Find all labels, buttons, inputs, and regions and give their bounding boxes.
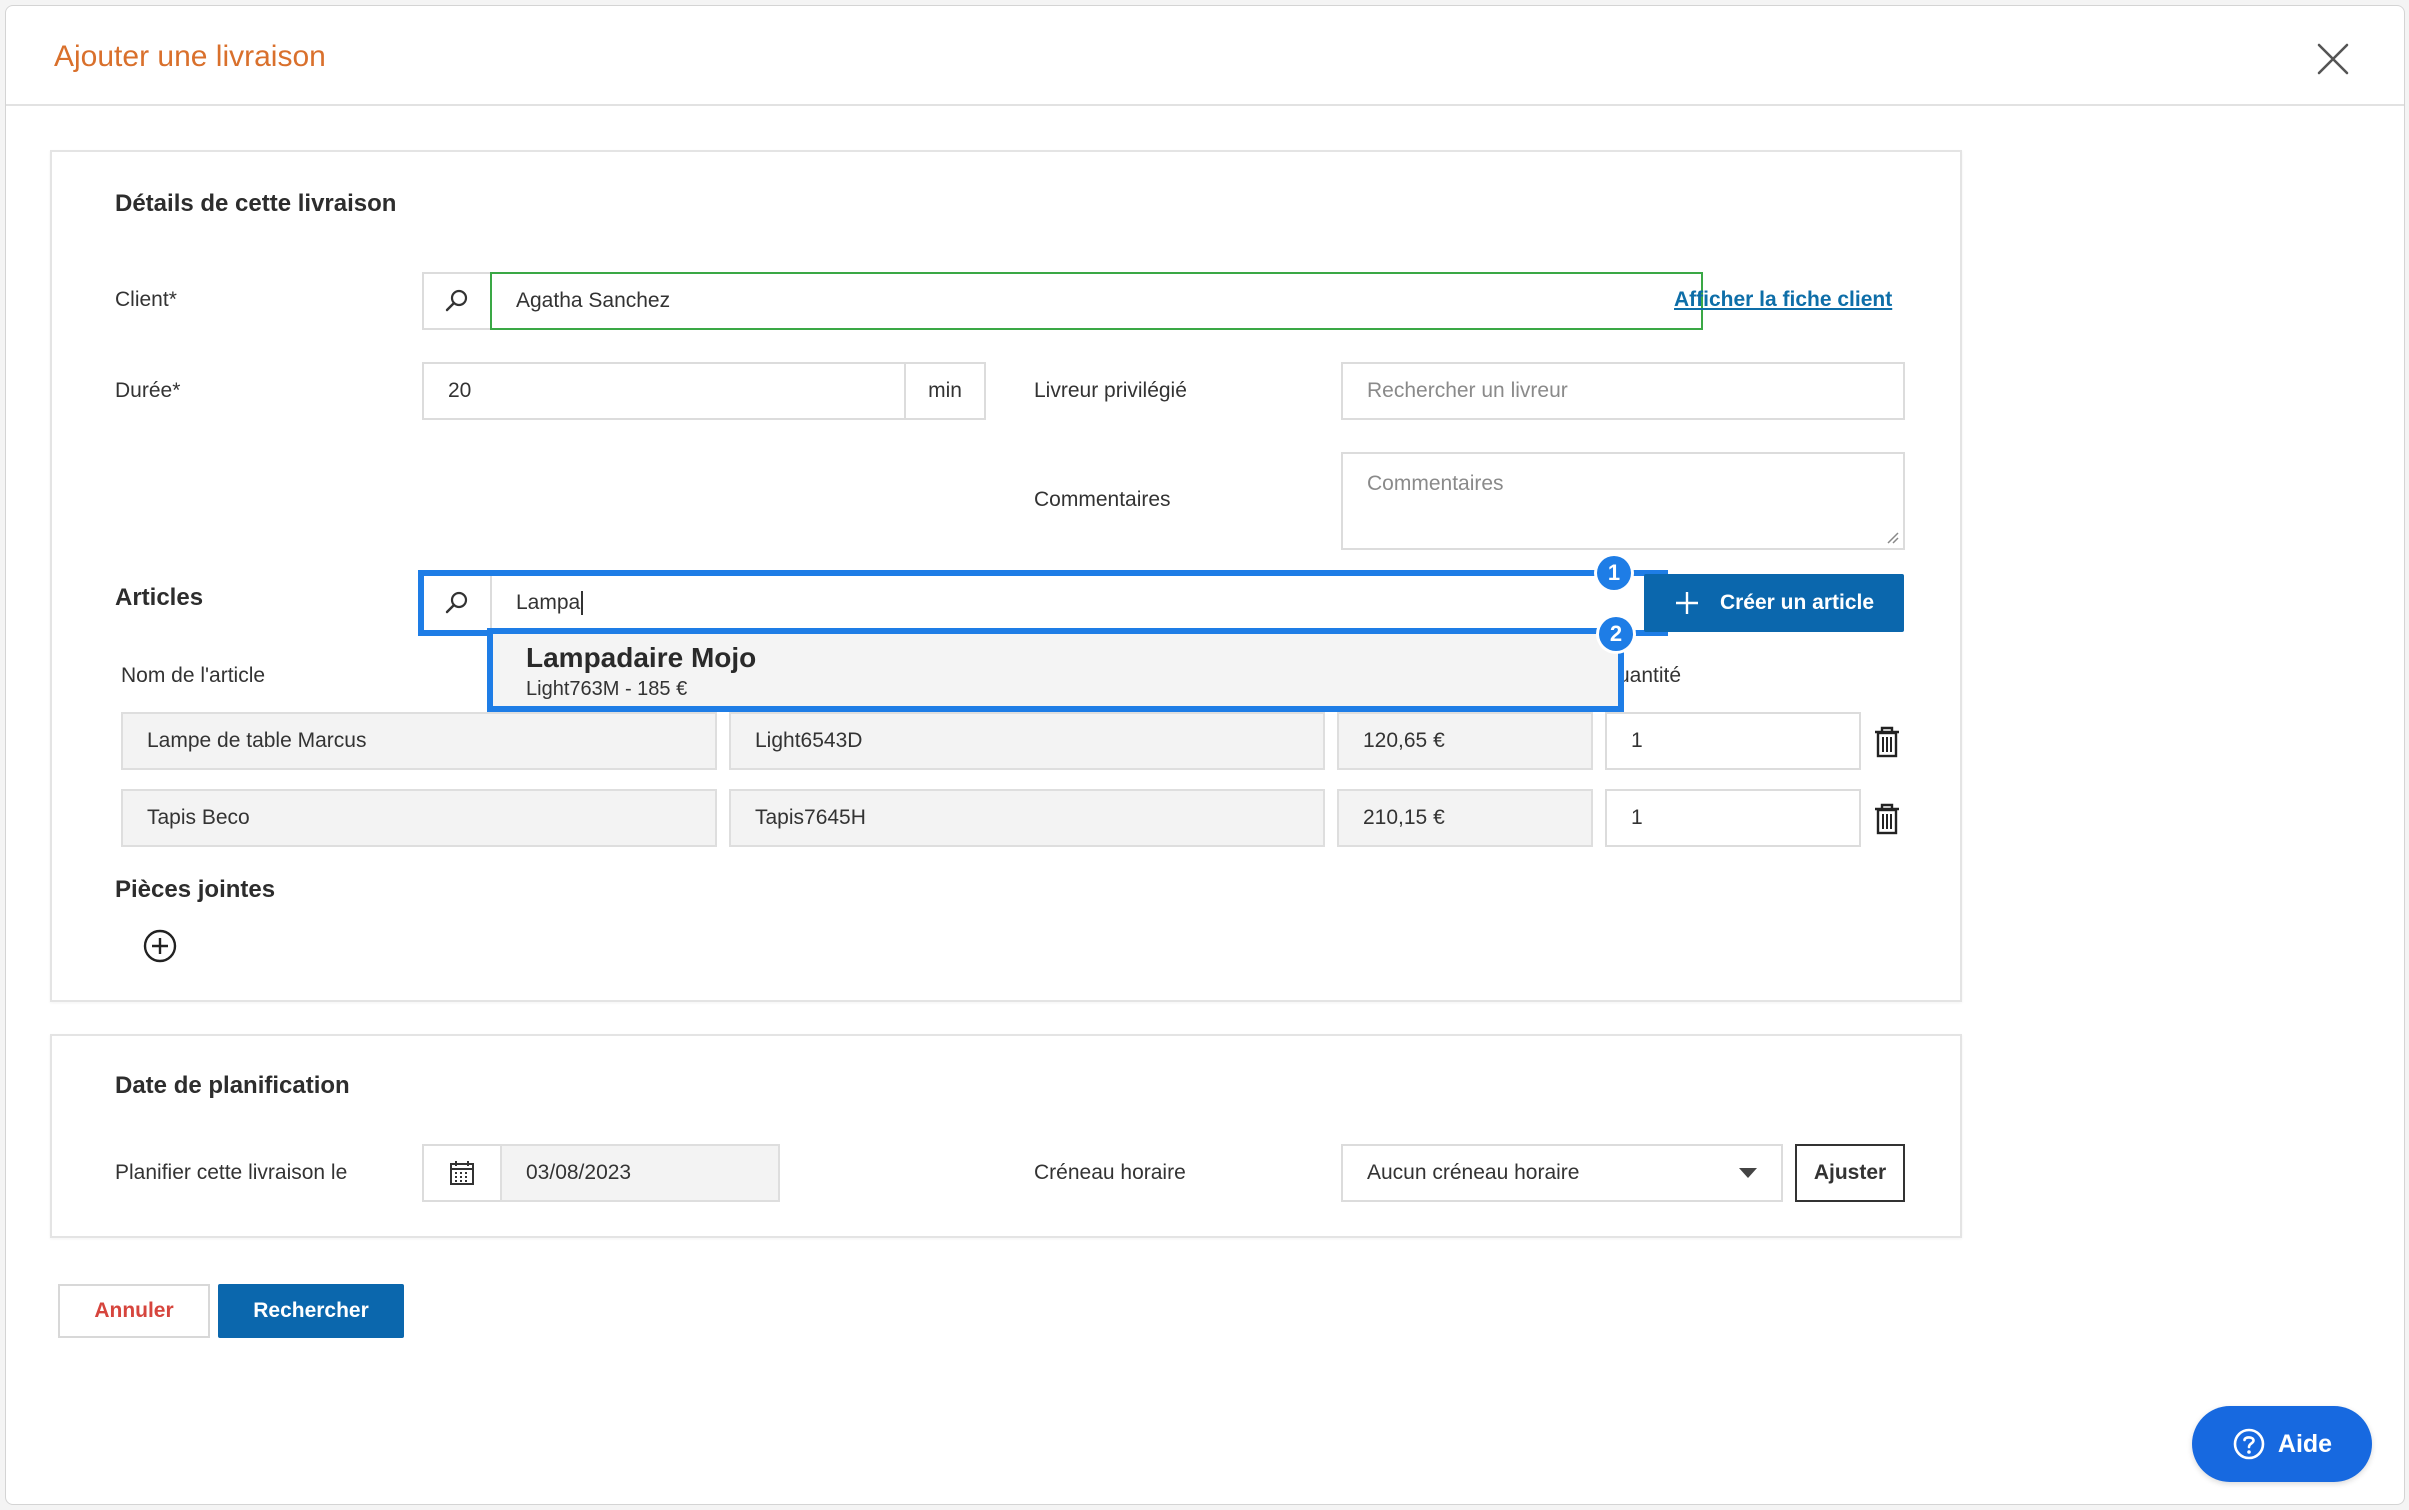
article-name-cell: Lampe de table Marcus <box>121 712 717 770</box>
suggestion-detail: Light763M - 185 € <box>526 678 688 700</box>
planning-card: Date de planification Planifier cette li… <box>50 1034 1962 1238</box>
show-client-link[interactable]: Afficher la fiche client <box>1674 288 1892 312</box>
article-quantity-value: 1 <box>1631 729 1643 752</box>
article-quantity-input[interactable]: 1 <box>1605 712 1861 770</box>
create-article-button[interactable]: Créer un article <box>1644 574 1904 632</box>
add-attachment-icon[interactable] <box>142 928 178 964</box>
comments-label: Commentaires <box>1034 488 1171 511</box>
question-icon <box>2233 1428 2265 1460</box>
step-badge-1: 1 <box>1597 556 1631 590</box>
comments-textarea[interactable]: Commentaires <box>1341 452 1905 550</box>
modal-title: Ajouter une livraison <box>54 40 326 73</box>
step-badge-2: 2 <box>1599 617 1633 651</box>
client-input-value: Agatha Sanchez <box>516 289 671 312</box>
date-label: Planifier cette livraison le <box>115 1161 348 1184</box>
articles-search-highlight <box>418 570 1668 636</box>
trash-icon[interactable] <box>1872 802 1902 836</box>
courier-label: Livreur privilégié <box>1034 379 1187 402</box>
close-icon[interactable] <box>2316 42 2350 76</box>
adjust-label: Ajuster <box>1813 1161 1887 1184</box>
articles-label: Articles <box>115 584 204 611</box>
comments-placeholder: Commentaires <box>1367 472 1504 495</box>
adjust-button[interactable]: Ajuster <box>1795 1144 1905 1202</box>
create-article-label: Créer un article <box>1719 591 1875 614</box>
date-value: 03/08/2023 <box>526 1161 632 1184</box>
suggestion-name: Lampadaire Mojo <box>526 642 757 673</box>
help-button[interactable]: Aide <box>2192 1406 2372 1482</box>
article-name-cell: Tapis Beco <box>121 789 717 847</box>
article-ref-cell: Tapis7645H <box>729 789 1325 847</box>
search-button[interactable]: Rechercher <box>218 1284 404 1338</box>
chevron-down-icon <box>1739 1168 1757 1178</box>
duration-unit-label: min <box>928 379 962 402</box>
article-suggestion-dropdown[interactable]: Lampadaire Mojo Light763M - 185 € <box>487 628 1624 712</box>
article-ref-text: Tapis7645H <box>755 806 866 829</box>
calendar-icon <box>450 1161 474 1185</box>
article-price-cell: 210,15 € <box>1337 789 1593 847</box>
modal-header: Ajouter une livraison <box>6 6 2404 106</box>
search-icon <box>445 289 468 312</box>
article-quantity-value: 1 <box>1631 806 1643 829</box>
date-input[interactable]: 03/08/2023 <box>500 1144 780 1202</box>
slot-select[interactable]: Aucun créneau horaire <box>1341 1144 1783 1202</box>
article-price-text: 120,65 € <box>1363 729 1445 752</box>
duration-label: Durée* <box>115 379 181 402</box>
article-price-text: 210,15 € <box>1363 806 1445 829</box>
article-ref-cell: Light6543D <box>729 712 1325 770</box>
article-quantity-input[interactable]: 1 <box>1605 789 1861 847</box>
article-ref-text: Light6543D <box>755 729 863 752</box>
duration-unit: min <box>904 362 986 420</box>
attachments-title: Pièces jointes <box>115 876 276 903</box>
article-name-text: Lampe de table Marcus <box>147 729 367 752</box>
column-quantity: uantité <box>1618 664 1682 687</box>
client-label: Client* <box>115 288 177 311</box>
article-price-cell: 120,65 € <box>1337 712 1593 770</box>
delivery-details-card: Détails de cette livraison Client* Agath… <box>50 150 1962 1002</box>
article-name-text: Tapis Beco <box>147 806 250 829</box>
column-article-name: Nom de l'article <box>121 664 266 687</box>
client-search-addon <box>422 272 492 330</box>
calendar-addon[interactable] <box>422 1144 502 1202</box>
plus-icon <box>1675 592 1698 614</box>
cancel-label: Annuler <box>94 1299 174 1322</box>
search-label: Rechercher <box>253 1299 369 1322</box>
courier-placeholder: Rechercher un livreur <box>1367 379 1568 402</box>
courier-search-input[interactable]: Rechercher un livreur <box>1341 362 1905 420</box>
slot-value: Aucun créneau horaire <box>1367 1161 1580 1184</box>
planning-title: Date de planification <box>115 1072 350 1099</box>
duration-input[interactable]: 20 <box>422 362 906 420</box>
details-title: Détails de cette livraison <box>115 190 397 217</box>
duration-value: 20 <box>448 379 472 402</box>
resize-handle-icon[interactable] <box>1885 530 1899 544</box>
trash-icon[interactable] <box>1872 725 1902 759</box>
cancel-button[interactable]: Annuler <box>58 1284 210 1338</box>
client-input[interactable]: Agatha Sanchez <box>490 272 1703 330</box>
slot-label: Créneau horaire <box>1034 1161 1186 1184</box>
help-label: Aide <box>2277 1429 2333 1458</box>
